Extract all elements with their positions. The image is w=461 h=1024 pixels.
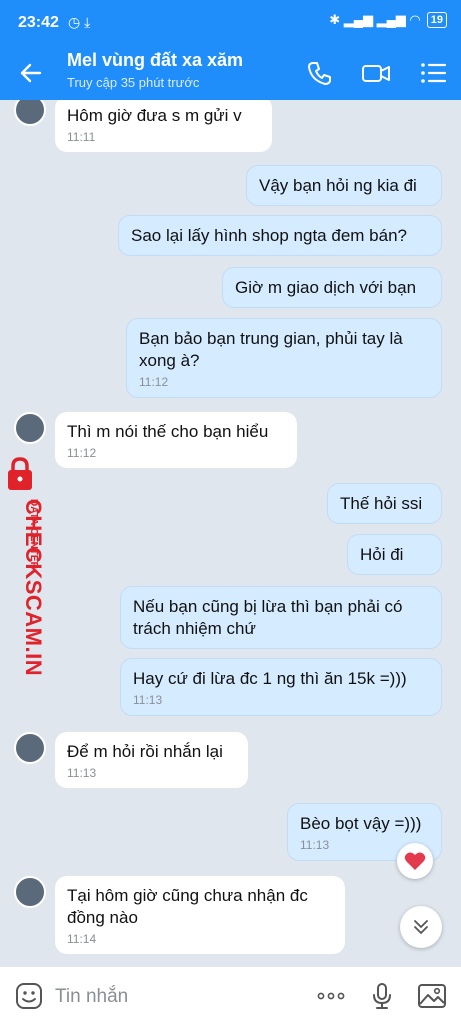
message-list[interactable]: Hôm giờ đưa s m gửi v 11:11 Vậy bạn hỏi … [0,100,461,966]
message-bubble-outgoing[interactable]: Nếu bạn cũng bị lừa thì bạn phải có trác… [120,586,442,649]
message-bubble-outgoing[interactable]: Sao lại lấy hình shop ngta đem bán? [118,215,442,256]
watermark-logo: CHECKSCAM.INFO DATA CENTER [8,457,46,708]
status-time: 23:42 [18,14,59,31]
scroll-down-button[interactable] [400,906,442,948]
message-bubble-incoming[interactable]: Hôm giờ đưa s m gửi v 11:11 [55,100,272,152]
message-text: Tại hôm giờ cũng chưa nhận đc đồng nào [67,886,308,927]
message-text: Thì m nói thế cho bạn hiểu [67,422,269,441]
microphone-icon[interactable] [367,981,397,1011]
back-arrow-icon[interactable] [16,58,46,88]
message-bubble-incoming[interactable]: Tại hôm giờ cũng chưa nhận đc đồng nào 1… [55,876,345,954]
chat-header: Mel vùng đất xa xăm Truy cập 35 phút trư… [0,44,461,100]
contact-name[interactable]: Mel vùng đất xa xăm [67,50,243,71]
watermark: CHECKSCAM.INFO DATA CENTER [0,455,56,708]
message-time: 11:11 [67,130,96,144]
video-call-icon[interactable] [361,58,391,88]
message-bubble-incoming[interactable]: Để m hỏi rồi nhắn lại 11:13 [55,732,248,788]
last-seen: Truy cập 35 phút trước [67,75,200,90]
message-text: Hỏi đi [360,545,404,564]
message-input[interactable]: Tin nhắn [55,986,128,1008]
message-text: Để m hỏi rồi nhắn lại [67,742,223,761]
more-dots-icon[interactable] [316,981,346,1011]
contact-avatar[interactable] [14,100,46,126]
phone-icon[interactable] [305,58,335,88]
menu-list-icon[interactable] [419,58,449,88]
battery-icon: 19 [426,12,447,28]
message-time: 11:14 [67,932,97,946]
message-time: 11:12 [139,375,169,389]
chevron-double-down-icon [414,920,428,934]
message-bubble-outgoing[interactable]: Thế hỏi ssi [327,483,442,524]
message-text: Sao lại lấy hình shop ngta đem bán? [131,226,407,245]
message-text: Bạn bảo bạn trung gian, phủi tay là xong… [139,329,403,370]
message-time: 11:13 [67,766,97,780]
contact-avatar[interactable] [14,732,46,764]
heart-reaction[interactable] [397,843,433,879]
status-bar: 23:42 ◷ ⤓ ✱ ▂▄▆ ▂▄▆ ◠ 19 [0,0,461,44]
watermark-tag: DATA CENTER [28,499,39,570]
message-time: 11:13 [133,693,163,707]
status-signal-icons: ✱ ▂▄▆ ▂▄▆ ◠ [329,12,421,27]
contact-avatar[interactable] [14,412,46,444]
message-bubble-incoming[interactable]: Thì m nói thế cho bạn hiểu 11:12 [55,412,297,468]
sticker-icon[interactable] [14,981,44,1011]
message-time: 11:12 [67,446,97,460]
message-text: Giờ m giao dịch với bạn [235,278,417,297]
status-right: ✱ ▂▄▆ ▂▄▆ ◠ 19 [329,12,447,28]
contact-avatar[interactable] [14,876,46,908]
message-bubble-outgoing[interactable]: Giờ m giao dịch với bạn [222,267,442,308]
status-notification-icons: ◷ ⤓ [68,14,91,30]
message-bubble-outgoing[interactable]: Hỏi đi [347,534,442,575]
image-icon[interactable] [417,981,447,1011]
message-input-bar: Tin nhắn [0,966,461,1024]
message-text: Hôm giờ đưa s m gửi v [67,106,242,125]
message-bubble-outgoing[interactable]: Hay cứ đi lừa đc 1 ng thì ăn 15k =))) 11… [120,658,442,716]
message-text: Thế hỏi ssi [340,494,423,513]
message-text: Bèo bọt vậy =))) [300,814,422,833]
message-text: Nếu bạn cũng bị lừa thì bạn phải có trác… [133,597,403,638]
message-bubble-outgoing[interactable]: Bạn bảo bạn trung gian, phủi tay là xong… [126,318,442,398]
heart-icon [404,852,426,870]
message-text: Hay cứ đi lừa đc 1 ng thì ăn 15k =))) [133,669,407,688]
message-text: Vậy bạn hỏi ng kia đi [259,176,417,195]
message-bubble-outgoing[interactable]: Vậy bạn hỏi ng kia đi [246,165,442,206]
